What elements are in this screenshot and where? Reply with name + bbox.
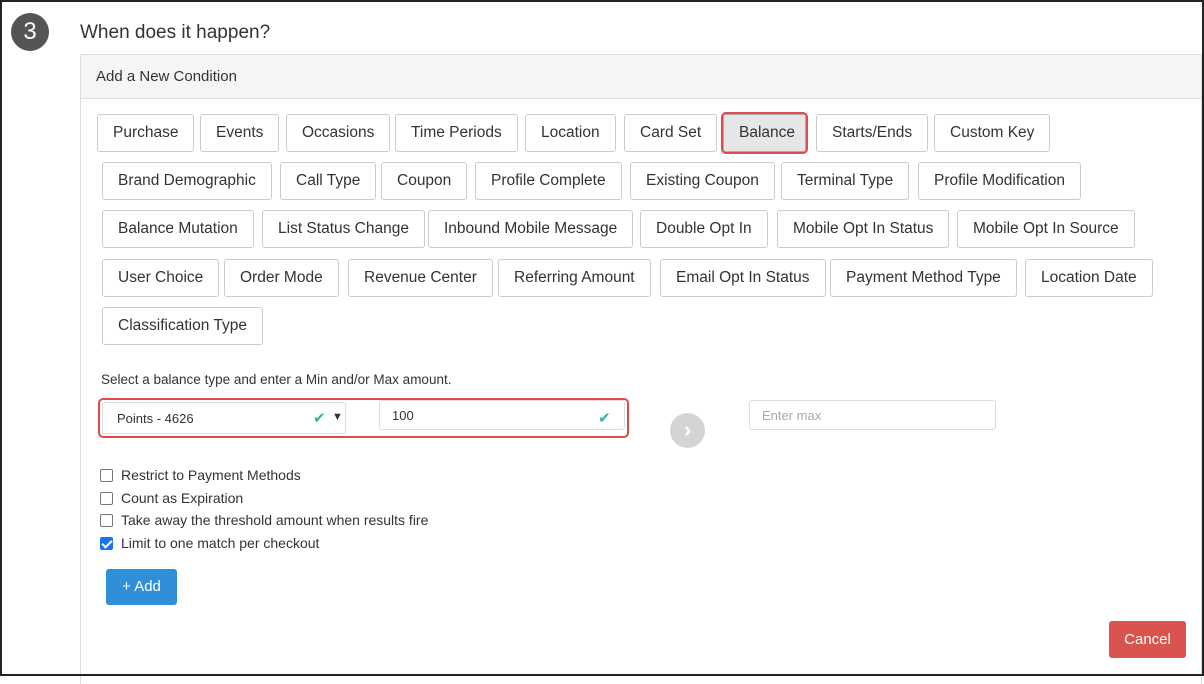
limit-one-match-checkbox[interactable]	[100, 536, 113, 550]
condition-events-button[interactable]: Events	[200, 114, 280, 152]
condition-balance-mutation-button[interactable]: Balance Mutation	[102, 210, 254, 248]
condition-list-status-change-button[interactable]: List Status Change	[262, 210, 425, 248]
condition-double-opt-in-button[interactable]: Double Opt In	[640, 210, 768, 248]
count-as-expiration-checkbox[interactable]	[100, 491, 113, 505]
step-number-badge: 3	[11, 13, 49, 51]
balance-instruction: Select a balance type and enter a Min an…	[101, 372, 452, 387]
condition-profile-complete-button[interactable]: Profile Complete	[475, 162, 622, 200]
condition-profile-modification-button[interactable]: Profile Modification	[918, 162, 1081, 200]
condition-call-type-button[interactable]: Call Type	[280, 162, 377, 200]
option-take-away-threshold[interactable]: Take away the threshold amount when resu…	[100, 511, 428, 529]
condition-mobile-opt-in-source-button[interactable]: Mobile Opt In Source	[957, 210, 1135, 248]
condition-purchase-button[interactable]: Purchase	[97, 114, 195, 152]
condition-custom-key-button[interactable]: Custom Key	[934, 114, 1051, 152]
select-valid-check-icon: ✔	[313, 410, 326, 427]
max-amount-input[interactable]: Enter max	[749, 400, 996, 430]
condition-location-date-button[interactable]: Location Date	[1025, 259, 1153, 297]
condition-inbound-mobile-message-button[interactable]: Inbound Mobile Message	[428, 210, 634, 248]
condition-classification-type-button[interactable]: Classification Type	[102, 307, 263, 345]
balance-type-value: Points - 4626	[117, 411, 194, 426]
restrict-payment-methods-checkbox[interactable]	[100, 468, 113, 482]
add-condition-button[interactable]: + Add	[106, 569, 177, 605]
condition-location-button[interactable]: Location	[525, 114, 616, 152]
condition-balance-button[interactable]: Balance	[723, 114, 806, 152]
chevron-right-circle-icon: ›	[670, 413, 705, 448]
condition-card-set-button[interactable]: Card Set	[624, 114, 718, 152]
condition-terminal-type-button[interactable]: Terminal Type	[781, 162, 910, 200]
condition-starts-ends-button[interactable]: Starts/Ends	[816, 114, 929, 152]
min-amount-value: 100	[392, 408, 414, 423]
option-limit-one-match[interactable]: Limit to one match per checkout	[100, 534, 319, 552]
condition-existing-coupon-button[interactable]: Existing Coupon	[630, 162, 775, 200]
option-label: Restrict to Payment Methods	[121, 467, 301, 483]
condition-email-opt-in-status-button[interactable]: Email Opt In Status	[660, 259, 826, 297]
panel-heading: Add a New Condition	[81, 55, 1201, 99]
condition-brand-demographic-button[interactable]: Brand Demographic	[102, 162, 272, 200]
option-label: Limit to one match per checkout	[121, 535, 320, 551]
take-away-threshold-checkbox[interactable]	[100, 513, 113, 527]
cancel-button[interactable]: Cancel	[1109, 621, 1186, 658]
min-amount-input[interactable]: 100	[379, 400, 625, 430]
option-label: Take away the threshold amount when resu…	[121, 512, 429, 528]
balance-type-select[interactable]: Points - 4626	[102, 402, 346, 434]
condition-time-periods-button[interactable]: Time Periods	[395, 114, 518, 152]
step-title: When does it happen?	[80, 22, 271, 43]
max-amount-placeholder: Enter max	[762, 408, 822, 423]
min-valid-check-icon: ✔	[598, 410, 611, 427]
condition-user-choice-button[interactable]: User Choice	[102, 259, 220, 297]
option-label: Count as Expiration	[121, 490, 244, 506]
condition-occasions-button[interactable]: Occasions	[286, 114, 391, 152]
condition-coupon-button[interactable]: Coupon	[381, 162, 468, 200]
condition-order-mode-button[interactable]: Order Mode	[224, 259, 339, 297]
condition-referring-amount-button[interactable]: Referring Amount	[498, 259, 651, 297]
option-count-as-expiration[interactable]: Count as Expiration	[100, 489, 243, 507]
condition-revenue-center-button[interactable]: Revenue Center	[348, 259, 493, 297]
condition-payment-method-type-button[interactable]: Payment Method Type	[830, 259, 1017, 297]
option-restrict-payment-methods[interactable]: Restrict to Payment Methods	[100, 466, 301, 484]
condition-mobile-opt-in-status-button[interactable]: Mobile Opt In Status	[777, 210, 950, 248]
chevron-down-icon: ▼	[332, 411, 343, 423]
